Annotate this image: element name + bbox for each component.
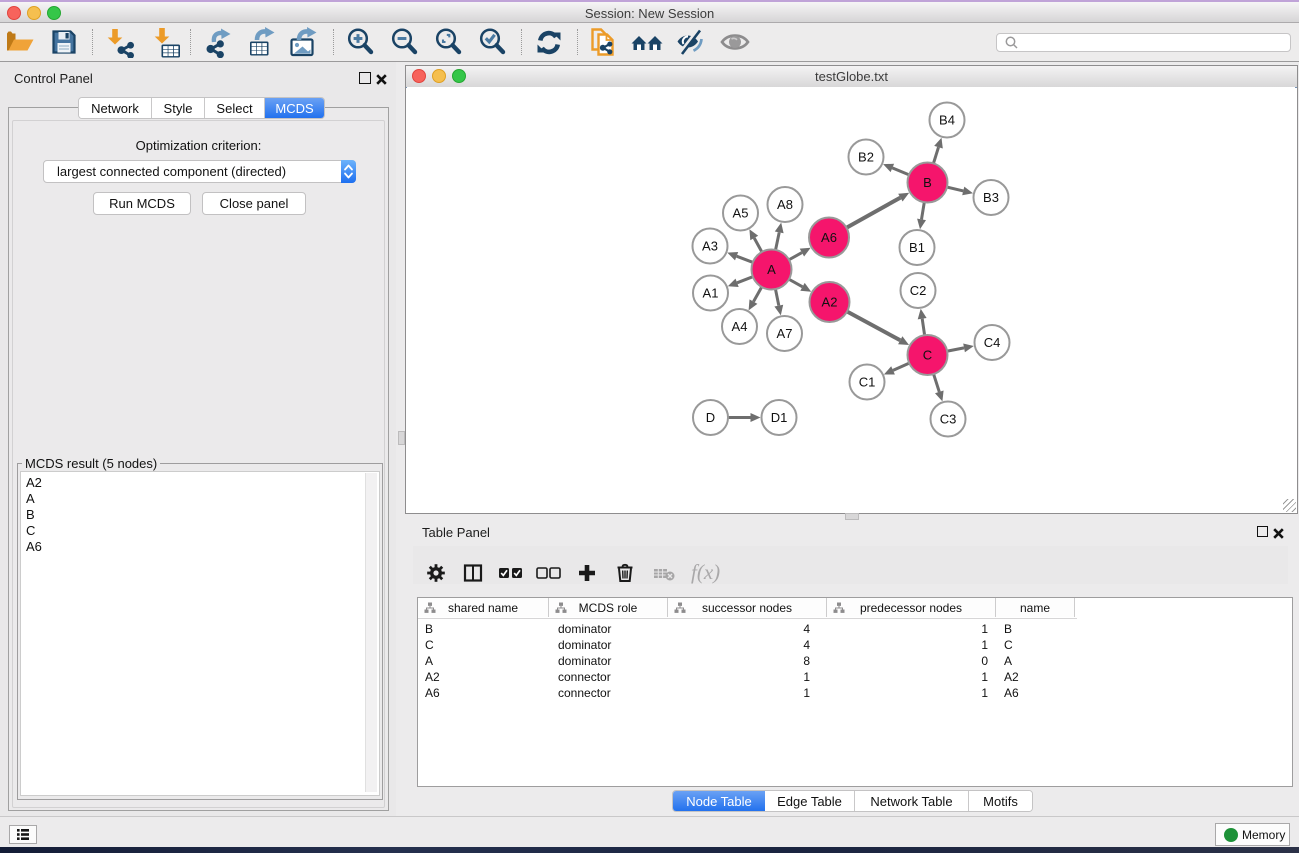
- svg-text:D: D: [706, 410, 715, 425]
- svg-text:A2: A2: [822, 295, 838, 310]
- svg-text:A6: A6: [821, 230, 837, 245]
- svg-text:A: A: [767, 262, 776, 277]
- svg-text:A8: A8: [777, 197, 793, 212]
- svg-text:B1: B1: [909, 240, 925, 255]
- svg-text:B3: B3: [983, 190, 999, 205]
- svg-text:B: B: [923, 175, 932, 190]
- svg-text:A4: A4: [732, 319, 748, 334]
- svg-text:A1: A1: [703, 286, 719, 301]
- svg-text:C3: C3: [940, 412, 957, 427]
- svg-text:C1: C1: [859, 375, 876, 390]
- svg-text:A3: A3: [702, 239, 718, 254]
- svg-text:C2: C2: [910, 283, 927, 298]
- svg-text:C: C: [923, 348, 932, 363]
- svg-text:B2: B2: [858, 150, 874, 165]
- svg-text:A5: A5: [733, 206, 749, 221]
- svg-text:B4: B4: [939, 113, 955, 128]
- svg-text:D1: D1: [771, 410, 788, 425]
- svg-text:A7: A7: [777, 326, 793, 341]
- svg-text:C4: C4: [984, 335, 1001, 350]
